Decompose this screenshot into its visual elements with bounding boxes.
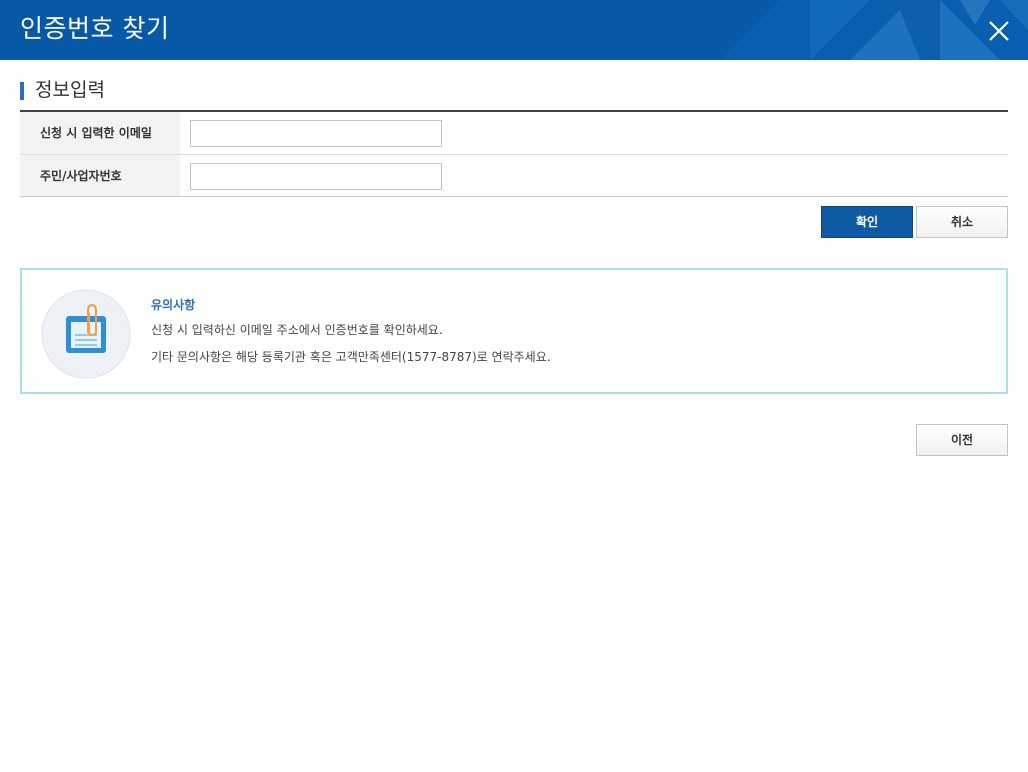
section-heading-text: 정보입력 <box>35 79 105 101</box>
email-field[interactable] <box>190 120 442 147</box>
notice-line: 기타 문의사항은 해당 등록기관 혹은 고객만족센터(1577-8787)로 연… <box>151 350 551 364</box>
confirm-button[interactable]: 확인 <box>821 206 913 238</box>
id-number-label: 주민/사업자번호 <box>20 155 180 196</box>
previous-button[interactable]: 이전 <box>916 424 1008 456</box>
close-icon <box>989 21 1009 41</box>
form-row-id-number: 주민/사업자번호 <box>20 154 1008 196</box>
clipboard-note-icon <box>41 289 131 379</box>
form-row-email: 신청 시 입력한 이메일 <box>20 112 1008 154</box>
notice-title: 유의사항 <box>151 298 196 312</box>
notice-line: 신청 시 입력하신 이메일 주소에서 인증번호를 확인하세요. <box>151 323 443 337</box>
email-cell <box>180 112 1008 154</box>
notice-box: 유의사항 신청 시 입력하신 이메일 주소에서 인증번호를 확인하세요. 기타 … <box>20 268 1008 394</box>
email-label: 신청 시 입력한 이메일 <box>20 112 180 154</box>
id-number-cell <box>180 155 1008 196</box>
dialog-header: 인증번호 찾기 <box>0 0 1028 60</box>
section-heading: 정보입력 <box>20 79 105 101</box>
input-form: 신청 시 입력한 이메일 주민/사업자번호 <box>20 110 1008 197</box>
close-button[interactable] <box>984 16 1014 46</box>
section-heading-marker <box>20 82 24 100</box>
cancel-button[interactable]: 취소 <box>916 206 1008 238</box>
dialog-title: 인증번호 찾기 <box>20 14 170 43</box>
id-number-field[interactable] <box>190 163 442 190</box>
